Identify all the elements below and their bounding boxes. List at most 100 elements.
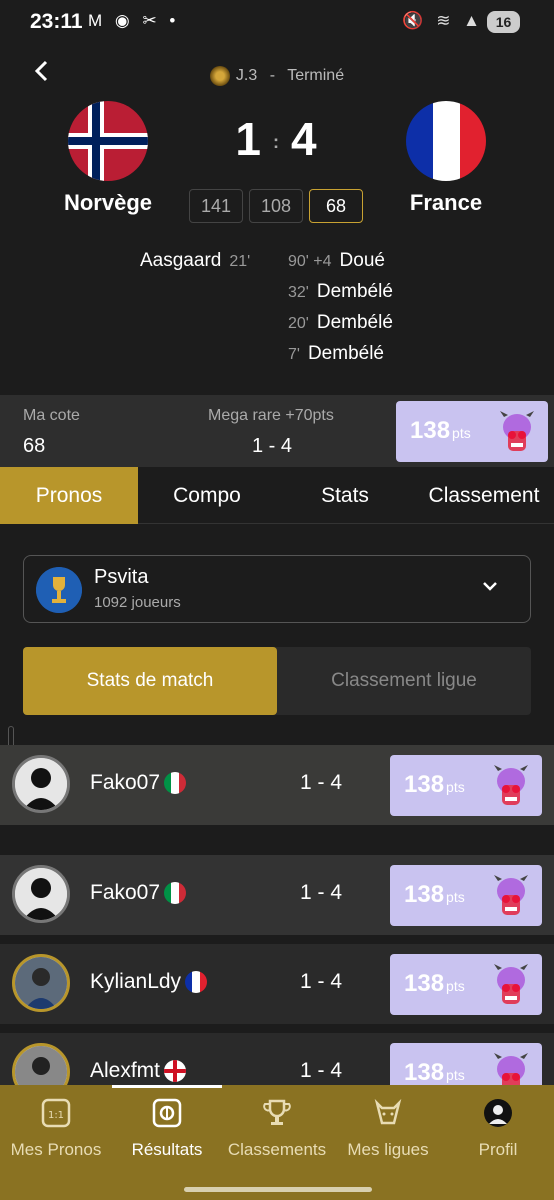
scorer-name: Aasgaard: [140, 250, 222, 271]
stats-toggle: Stats de match Classement ligue: [23, 647, 531, 715]
score: 1:4: [0, 112, 554, 166]
player-name: Fako07: [90, 771, 187, 795]
odd-home: 141: [189, 189, 243, 223]
scorer-name: Doué: [339, 250, 385, 271]
competition-icon: [209, 66, 230, 86]
bull-icon: [374, 1098, 402, 1125]
nav-profil[interactable]: Profil: [443, 1097, 553, 1160]
match-round: J.3 - Terminé: [0, 66, 554, 86]
scorer-minute: 32': [288, 284, 309, 301]
round-label: J.3: [235, 67, 258, 85]
round-separator: -: [269, 67, 276, 85]
match-stats-option[interactable]: Stats de match: [23, 647, 277, 715]
rare-label: Mega rare +70pts: [208, 407, 334, 424]
nav-label: Mes Pronos: [10, 1140, 102, 1159]
chevron-down-icon: [483, 582, 497, 591]
points-value: 138 pts: [404, 1059, 465, 1085]
points-value: 138 pts: [404, 771, 465, 798]
player-name: Fako07: [90, 881, 187, 905]
avatar: [12, 1043, 70, 1085]
points-box: 138 pts: [390, 755, 542, 816]
tab-bar: Pronos Compo Stats Classement: [0, 467, 554, 524]
avatar: [12, 755, 70, 813]
nav-classements[interactable]: Classements: [222, 1097, 332, 1160]
list-item[interactable]: Fako07 1 - 4 138 pts: [0, 745, 554, 825]
away-team-name: France: [409, 190, 483, 215]
scorer-row: 90' +4 Doué: [288, 250, 393, 281]
tab-compo[interactable]: Compo: [138, 467, 276, 524]
avatar: [12, 865, 70, 923]
scorer-minute: 20': [288, 315, 309, 332]
player-name: Alexfmt: [90, 1059, 187, 1083]
league-ranking-option[interactable]: Classement ligue: [277, 647, 531, 715]
odd-draw: 108: [249, 189, 303, 223]
list-item[interactable]: KylianLdy 1 - 4 138 pts: [0, 944, 554, 1024]
scorer-name: Dembélé: [307, 343, 384, 364]
tab-stats[interactable]: Stats: [276, 467, 414, 524]
tab-pronos[interactable]: Pronos: [0, 467, 138, 524]
italy-flag-icon: [164, 882, 187, 905]
scorer-minute: 90' +4: [288, 253, 332, 270]
italy-flag-icon: [164, 772, 187, 795]
avatar-icon: [484, 1099, 512, 1127]
calendar-icon: 1:1: [41, 1098, 71, 1128]
points-value: 138 pts: [404, 881, 465, 908]
my-cote-value: 68: [23, 435, 46, 457]
status-time: 23:11: [30, 10, 83, 33]
mascot-icon: [494, 964, 528, 1004]
home-team-name: Norvège: [63, 190, 153, 215]
ball-icon: [152, 1098, 182, 1128]
points-value: 138 pts: [404, 970, 465, 997]
scorer-row: 7' Dembélé: [288, 343, 393, 374]
active-tab-indicator: [112, 1085, 222, 1088]
points-box: 138 pts: [390, 954, 542, 1015]
player-prediction: 1 - 4: [300, 881, 343, 904]
scorer-name: Dembélé: [316, 312, 393, 333]
battery-icon: 16: [487, 11, 520, 33]
trophy-icon: [263, 1099, 291, 1125]
scorer-minute: 21': [229, 253, 251, 270]
points-box: 138 pts: [390, 1043, 542, 1085]
tab-classement[interactable]: Classement: [414, 467, 554, 524]
points-box: 138 pts: [390, 865, 542, 926]
odds-row: 141 108 68: [189, 189, 363, 223]
league-select[interactable]: Psvita 1092 joueurs: [23, 555, 531, 623]
cote-bar: Ma cote 68 Mega rare +70pts 1 - 4 138 pts: [0, 395, 554, 467]
match-state: Terminé: [287, 67, 345, 85]
odd-away: 68: [309, 189, 363, 223]
nav-resultats[interactable]: Résultats: [112, 1097, 222, 1160]
scorer-row: 20' Dembélé: [288, 312, 393, 343]
scorer-minute: 7': [288, 346, 300, 363]
player-prediction: 1 - 4: [300, 771, 343, 794]
svg-text:1:1: 1:1: [48, 1110, 64, 1121]
home-scorers: Aasgaard 21': [140, 250, 250, 272]
england-flag-icon: [164, 1060, 187, 1083]
player-name: KylianLdy: [90, 970, 208, 994]
nav-label: Résultats: [131, 1140, 203, 1159]
nav-mes-ligues[interactable]: Mes ligues: [333, 1097, 443, 1160]
league-players: 1092 joueurs: [94, 594, 181, 611]
avatar: [12, 954, 70, 1012]
home-indicator[interactable]: [184, 1187, 372, 1192]
home-score: 1: [235, 113, 263, 165]
scorer-name: Dembélé: [316, 281, 393, 302]
league-logo-icon: [36, 567, 82, 613]
rare-value: 1 - 4: [252, 435, 293, 457]
league-name: Psvita: [94, 566, 149, 588]
list-item[interactable]: Fako07 1 - 4 138 pts: [0, 855, 554, 935]
mascot-icon: [494, 1053, 528, 1085]
system-icons: 🔇 ≋ ▲: [402, 11, 484, 30]
away-score: 4: [291, 113, 319, 165]
mascot-icon: [494, 765, 528, 805]
nav-mes-pronos[interactable]: 1:1 Mes Pronos: [1, 1097, 111, 1160]
points-value: 138 pts: [410, 417, 471, 444]
france-flag-icon: [185, 971, 208, 994]
bottom-nav: 1:1 Mes Pronos Résultats Classements Mes…: [0, 1085, 554, 1200]
my-cote-label: Ma cote: [23, 407, 80, 424]
scorer-row: 32' Dembélé: [288, 281, 393, 312]
nav-label: Profil: [478, 1140, 518, 1159]
mascot-icon: [500, 411, 534, 451]
mascot-icon: [494, 875, 528, 915]
status-bar: 23:11 M ◉ ✂ • 🔇 ≋ ▲ 16: [0, 0, 554, 44]
list-item[interactable]: Alexfmt 1 - 4 138 pts: [0, 1033, 554, 1085]
